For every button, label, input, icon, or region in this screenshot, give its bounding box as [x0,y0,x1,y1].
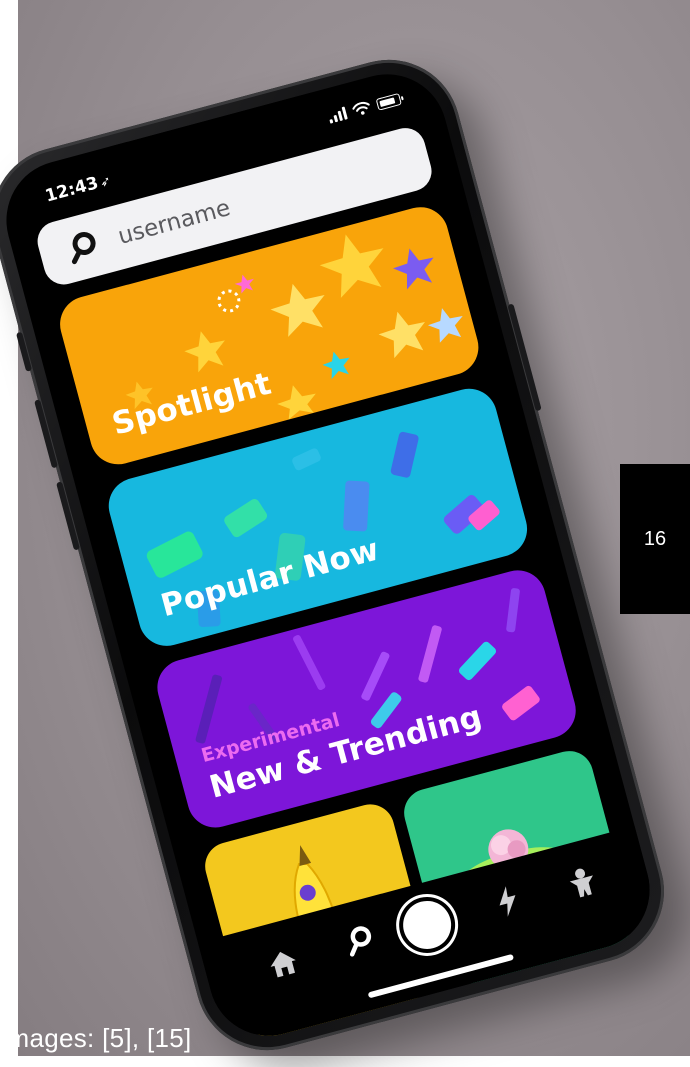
battery-icon [375,92,402,111]
image-caption: Images: [5], [15] [0,1023,192,1053]
camera-button[interactable] [397,895,457,955]
page-number-badge: 16 [620,464,690,614]
home-icon[interactable] [265,946,301,981]
signal-icon [327,106,348,124]
status-time: 12:43➶ [43,170,113,207]
clock-text: 12:43 [43,173,101,207]
bolt-icon[interactable] [492,883,523,920]
person-icon[interactable] [564,864,601,901]
location-arrow-icon: ➶ [98,173,113,192]
search-icon[interactable] [341,922,378,961]
page-number: 16 [643,527,667,550]
status-icons [327,92,402,124]
search-icon [71,232,96,265]
wifi-icon [352,101,370,115]
